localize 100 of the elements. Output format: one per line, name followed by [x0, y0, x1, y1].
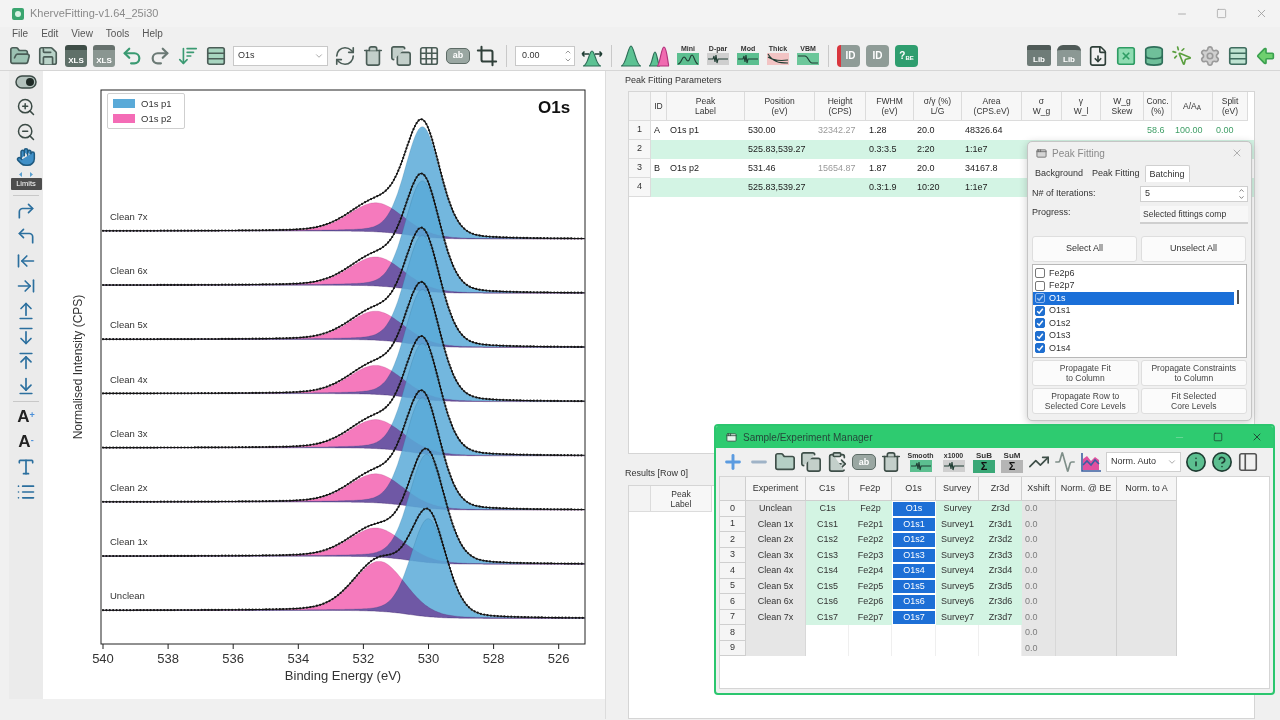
grid-icon[interactable] — [418, 44, 440, 67]
copy-icon[interactable] — [390, 44, 412, 67]
list-item[interactable]: Fe2p6 — [1033, 267, 1234, 280]
menu-item[interactable]: View — [71, 28, 93, 40]
action-button[interactable]: Propagate Constraints to Column — [1140, 360, 1247, 386]
table-cell: Fe2p2 — [849, 532, 892, 548]
menu-item[interactable]: File — [12, 28, 29, 40]
two-peaks-icon[interactable] — [648, 44, 670, 67]
list-item[interactable]: O1s2 — [1033, 317, 1234, 330]
column-header: FWHM (eV) — [866, 92, 914, 121]
offset-spinbox[interactable]: 0.00 — [515, 45, 575, 66]
database-icon[interactable] — [1143, 44, 1165, 67]
panel-icon[interactable] — [1237, 451, 1259, 473]
list-item[interactable]: Fe2p7 — [1033, 279, 1234, 292]
table-icon[interactable] — [1227, 44, 1249, 67]
table-icon[interactable] — [205, 44, 227, 67]
table-cell-text: 525.83,539.27 — [747, 180, 807, 194]
arrow-down-from-line-icon[interactable] — [16, 326, 36, 346]
hand-icon[interactable] — [16, 147, 36, 167]
tick-label: 536 — [222, 651, 245, 666]
action-button[interactable]: Fit Selected Core Levels — [1140, 388, 1247, 414]
close-icon[interactable] — [1251, 431, 1263, 443]
checkbox[interactable] — [1035, 280, 1045, 291]
table-cell-text: 0.3:3.5 — [868, 142, 898, 156]
clear-icon[interactable] — [1115, 44, 1137, 67]
core-level-dropdown[interactable]: O1s — [233, 45, 328, 66]
arrow-up-from-line-icon[interactable] — [16, 301, 36, 321]
zoom-out-icon[interactable] — [16, 122, 36, 142]
folder-icon[interactable] — [9, 44, 31, 67]
corner-up-right-icon[interactable] — [16, 201, 36, 221]
cursor-click-icon[interactable] — [1171, 44, 1193, 67]
save-icon[interactable] — [37, 44, 59, 67]
action-button[interactable]: Propagate Row to Selected Core Levels — [1032, 388, 1139, 414]
select-all-button[interactable]: Select All — [1032, 236, 1137, 262]
table-cell: Survey2 — [936, 532, 979, 548]
arrow-left-to-line-icon[interactable] — [16, 251, 36, 271]
arrow-right-to-line-icon[interactable] — [16, 276, 36, 296]
table-cell: Survey — [936, 501, 979, 517]
folder-plus-icon[interactable] — [774, 451, 796, 473]
copy-icon[interactable] — [800, 451, 822, 473]
window-title: KherveFitting-v1.64_25i30 — [30, 6, 159, 22]
double-arrow-icon — [19, 172, 33, 177]
table-cell-text: 48326.64 — [964, 123, 1004, 137]
maximize-icon[interactable] — [1213, 432, 1223, 442]
checkbox[interactable] — [1035, 318, 1045, 329]
peak-icon[interactable] — [620, 44, 642, 67]
normalisation-dropdown[interactable]: Norm. Auto — [1106, 452, 1181, 472]
font-size-up[interactable]: A$^{+}$ — [17, 407, 35, 427]
tick-label: 528 — [482, 651, 505, 666]
list-item[interactable]: O1s — [1033, 292, 1234, 305]
checkbox[interactable] — [1035, 293, 1045, 304]
checkbox[interactable] — [1035, 330, 1045, 341]
settings-icon[interactable] — [1199, 44, 1221, 67]
spin-up-icon[interactable] — [1238, 187, 1245, 194]
list-icon[interactable] — [16, 482, 36, 502]
crop-icon[interactable] — [476, 44, 498, 67]
spin-down-icon[interactable] — [1238, 194, 1245, 201]
library-button[interactable]: Lib — [1027, 45, 1051, 66]
iterations-spinbox[interactable]: 5 — [1140, 186, 1248, 202]
checkbox[interactable] — [1035, 305, 1045, 316]
app-icon — [12, 7, 24, 20]
info-icon[interactable] — [1185, 451, 1207, 473]
arrow-up-to-line-icon[interactable] — [16, 351, 36, 371]
action-button[interactable]: Propagate Fit to Column — [1032, 360, 1139, 386]
list-item[interactable]: O1s4 — [1033, 342, 1234, 355]
arrow-down-to-line-icon[interactable] — [16, 376, 36, 396]
list-item[interactable]: O1s1 — [1033, 304, 1234, 317]
scrollbar[interactable] — [1237, 290, 1239, 304]
table-cell: O1s — [892, 501, 936, 517]
refresh-icon[interactable] — [334, 44, 356, 67]
progress-status: Selected fittings comp — [1140, 206, 1248, 224]
menu-item[interactable]: Help — [142, 28, 163, 40]
paste-icon[interactable] — [826, 451, 848, 473]
table-cell-text: 0.0 — [1024, 610, 1039, 624]
tab[interactable]: Background — [1031, 165, 1088, 182]
trash-icon[interactable] — [362, 44, 384, 67]
list-item[interactable]: O1s3 — [1033, 329, 1234, 342]
table-cell: Fe2p4 — [849, 563, 892, 579]
trash-icon[interactable] — [880, 451, 902, 473]
data-tool-button[interactable]: SuB Σ — [972, 450, 996, 474]
tab[interactable]: Peak Fitting — [1088, 165, 1144, 182]
data-tool-button[interactable]: SuM Σ — [1000, 450, 1024, 474]
menu-item[interactable]: Edit — [41, 28, 59, 40]
text-tool-icon[interactable] — [16, 457, 36, 477]
font-size-down[interactable]: A$^{-}$ — [18, 432, 34, 452]
checkbox[interactable] — [1035, 343, 1045, 354]
zoom-in-icon[interactable] — [16, 97, 36, 117]
toggle-icon[interactable] — [15, 72, 37, 92]
unselect-all-button[interactable]: Unselect All — [1141, 236, 1246, 262]
help-icon[interactable] — [1211, 451, 1233, 473]
file-download-icon[interactable] — [1087, 44, 1109, 67]
table-cell-text: Clean 6x — [756, 595, 795, 608]
menu-item[interactable]: Tools — [105, 28, 130, 40]
add-icon[interactable] — [722, 451, 744, 473]
export-button[interactable]: XLS — [65, 44, 87, 67]
corner-up-left-icon[interactable] — [16, 226, 36, 246]
tab[interactable]: Batching — [1144, 165, 1190, 182]
checkbox[interactable] — [1035, 268, 1045, 279]
colored-chart-icon[interactable] — [1080, 451, 1102, 473]
column-header: Split (eV) — [1213, 92, 1248, 121]
